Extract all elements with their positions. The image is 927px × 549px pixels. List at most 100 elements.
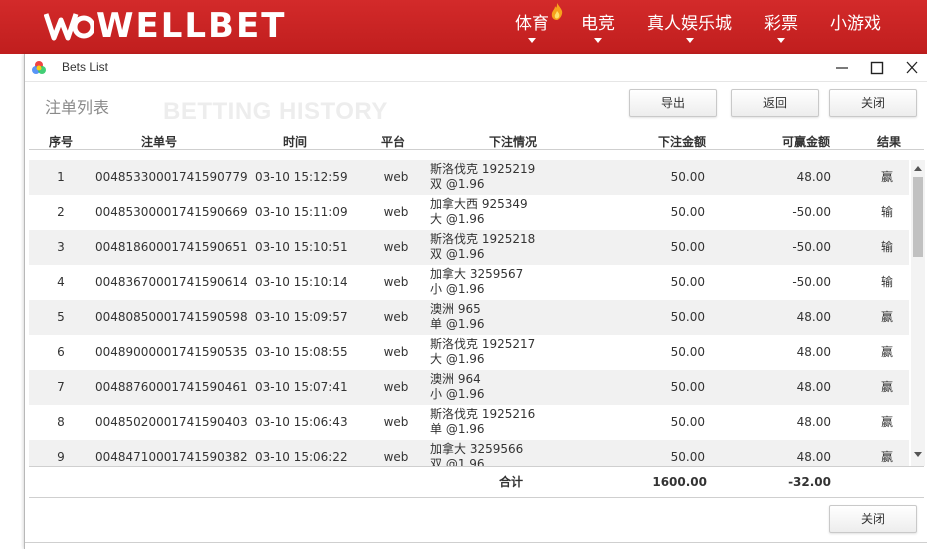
nav-item-sports[interactable]: 体育 <box>499 0 565 54</box>
column-header: 平台 <box>380 135 405 149</box>
platform: web <box>383 380 409 394</box>
win-amount: 48.00 <box>796 170 831 184</box>
bet-detail: 斯洛伐克 1925216 单 @1.96 <box>430 407 535 437</box>
nav-label: 电竞 <box>581 14 615 34</box>
total-win: -32.00 <box>788 475 831 489</box>
bet-detail-event: 斯洛伐克 1925217 <box>430 337 536 351</box>
win-amount: 48.00 <box>796 415 831 429</box>
row-number: 2 <box>57 205 65 219</box>
bet-time: 03-10 15:06:22 <box>255 450 348 464</box>
nav-item-live-casino[interactable]: 真人娱乐城 <box>631 0 748 54</box>
bet-detail: 斯洛伐克 1925219 双 @1.96 <box>430 162 535 192</box>
close-button[interactable]: 关闭 <box>829 89 917 117</box>
close-icon[interactable] <box>900 57 924 79</box>
table-row[interactable]: 5 00480850001741590598 03-10 15:09:57 web 50… <box>29 300 909 335</box>
bet-detail-event: 澳洲 964 <box>430 372 481 386</box>
bet-detail-selection: 双 @1.96 <box>430 247 485 261</box>
nav-item-mini-games[interactable]: 小游戏 <box>814 0 897 54</box>
chevron-down-icon <box>528 38 536 43</box>
bet-detail: 斯洛伐克 1925217 大 @1.96 <box>430 337 535 367</box>
bet-time: 03-10 15:12:59 <box>255 170 348 184</box>
ticket-number: 00484710001741590382 <box>95 450 248 464</box>
bet-detail: 斯洛伐克 1925218 双 @1.96 <box>430 232 535 262</box>
bet-detail: 加拿大 3259566 双 @1.96 <box>430 442 523 466</box>
ticket-number: 00485020001741590403 <box>95 415 248 429</box>
win-amount: 48.00 <box>796 380 831 394</box>
result: 赢 <box>880 415 893 429</box>
platform: web <box>383 240 409 254</box>
bets-list-window: Bets List 注单列表 BETTING HISTORY 导出 返回 关闭 … <box>24 54 927 549</box>
back-button[interactable]: 返回 <box>731 89 819 117</box>
nav-item-lottery[interactable]: 彩票 <box>748 0 814 54</box>
main-nav: 体育 电竞 真人娱乐城 彩票 小游戏 <box>499 0 897 54</box>
win-amount: -50.00 <box>792 205 831 219</box>
stake-amount: 50.00 <box>670 170 705 184</box>
bet-detail-event: 斯洛伐克 1925219 <box>430 162 536 176</box>
row-number: 4 <box>57 275 65 289</box>
table-row[interactable]: 7 00488760001741590461 03-10 15:07:41 web 50… <box>29 370 909 405</box>
bet-detail-selection: 大 @1.96 <box>430 352 485 366</box>
row-number: 3 <box>57 240 65 254</box>
platform: web <box>383 450 409 464</box>
nav-label: 小游戏 <box>830 14 881 34</box>
result: 赢 <box>880 450 893 464</box>
stake-amount: 50.00 <box>670 345 705 359</box>
window-titlebar[interactable]: Bets List <box>25 54 927 82</box>
stake-amount: 50.00 <box>670 415 705 429</box>
table-row[interactable]: 1 00485330001741590779 03-10 15:12:59 web 50… <box>29 160 909 195</box>
close-bottom-button[interactable]: 关闭 <box>829 505 917 533</box>
nav-item-esports[interactable]: 电竞 <box>565 0 631 54</box>
result: 输 <box>880 275 893 289</box>
bet-time: 03-10 15:11:09 <box>255 205 348 219</box>
table-row[interactable]: 6 00489000001741590535 03-10 15:08:55 web 50… <box>29 335 909 370</box>
minimize-icon[interactable] <box>830 57 854 79</box>
column-header: 注单号 <box>140 135 177 149</box>
win-amount: -50.00 <box>792 275 831 289</box>
site-logo[interactable]: WELLBET <box>44 6 286 46</box>
scroll-down-icon[interactable] <box>914 452 922 457</box>
column-header: 可赢金额 <box>781 135 830 149</box>
bet-detail-event: 澳洲 965 <box>430 302 481 316</box>
bet-detail: 澳洲 964 小 @1.96 <box>430 372 485 402</box>
win-amount: -50.00 <box>792 240 831 254</box>
total-label: 合计 <box>499 475 524 489</box>
table-footer: 合计 1600.00 -32.00 <box>29 466 924 498</box>
win-amount: 48.00 <box>796 450 831 464</box>
window-title: Bets List <box>62 60 109 74</box>
stake-amount: 50.00 <box>670 240 705 254</box>
bet-detail-event: 斯洛伐克 1925218 <box>430 232 536 246</box>
ticket-number: 00485300001741590669 <box>95 205 248 219</box>
bet-detail: 澳洲 965 单 @1.96 <box>430 302 485 332</box>
platform: web <box>383 415 409 429</box>
vertical-scrollbar[interactable] <box>911 160 925 466</box>
table-row[interactable]: 9 00484710001741590382 03-10 15:06:22 web 50… <box>29 440 909 466</box>
panel-title: 注单列表 <box>45 98 110 117</box>
column-header: 下注情况 <box>488 135 537 149</box>
export-button[interactable]: 导出 <box>629 89 717 117</box>
bet-time: 03-10 15:07:41 <box>255 380 348 394</box>
table-row[interactable]: 8 00485020001741590403 03-10 15:06:43 web 50… <box>29 405 909 440</box>
flame-icon <box>551 3 563 20</box>
column-header: 下注金额 <box>657 135 706 149</box>
bet-detail-selection: 大 @1.96 <box>430 212 485 226</box>
table-row[interactable]: 3 00481860001741590651 03-10 15:10:51 web 50… <box>29 230 909 265</box>
table-row[interactable]: 4 00483670001741590614 03-10 15:10:14 web 50… <box>29 265 909 300</box>
row-number: 1 <box>57 170 65 184</box>
bet-detail-event: 加拿大 3259567 <box>430 267 524 281</box>
platform: web <box>383 310 409 324</box>
bet-time: 03-10 15:10:14 <box>255 275 348 289</box>
table-row[interactable]: 2 00485300001741590669 03-10 15:11:09 web 50… <box>29 195 909 230</box>
ticket-number: 00483670001741590614 <box>95 275 248 289</box>
row-number: 8 <box>57 415 65 429</box>
scroll-thumb[interactable] <box>913 177 923 257</box>
bet-detail: 加拿大 3259567 小 @1.96 <box>430 267 523 297</box>
scroll-up-icon[interactable] <box>914 166 922 171</box>
result: 输 <box>880 240 893 254</box>
chevron-down-icon <box>777 38 785 43</box>
nav-label: 真人娱乐城 <box>647 14 732 34</box>
bet-detail-selection: 单 @1.96 <box>430 422 485 436</box>
maximize-icon[interactable] <box>865 57 889 79</box>
ticket-number: 00489000001741590535 <box>95 345 248 359</box>
result: 赢 <box>880 345 893 359</box>
ticket-number: 00481860001741590651 <box>95 240 248 254</box>
